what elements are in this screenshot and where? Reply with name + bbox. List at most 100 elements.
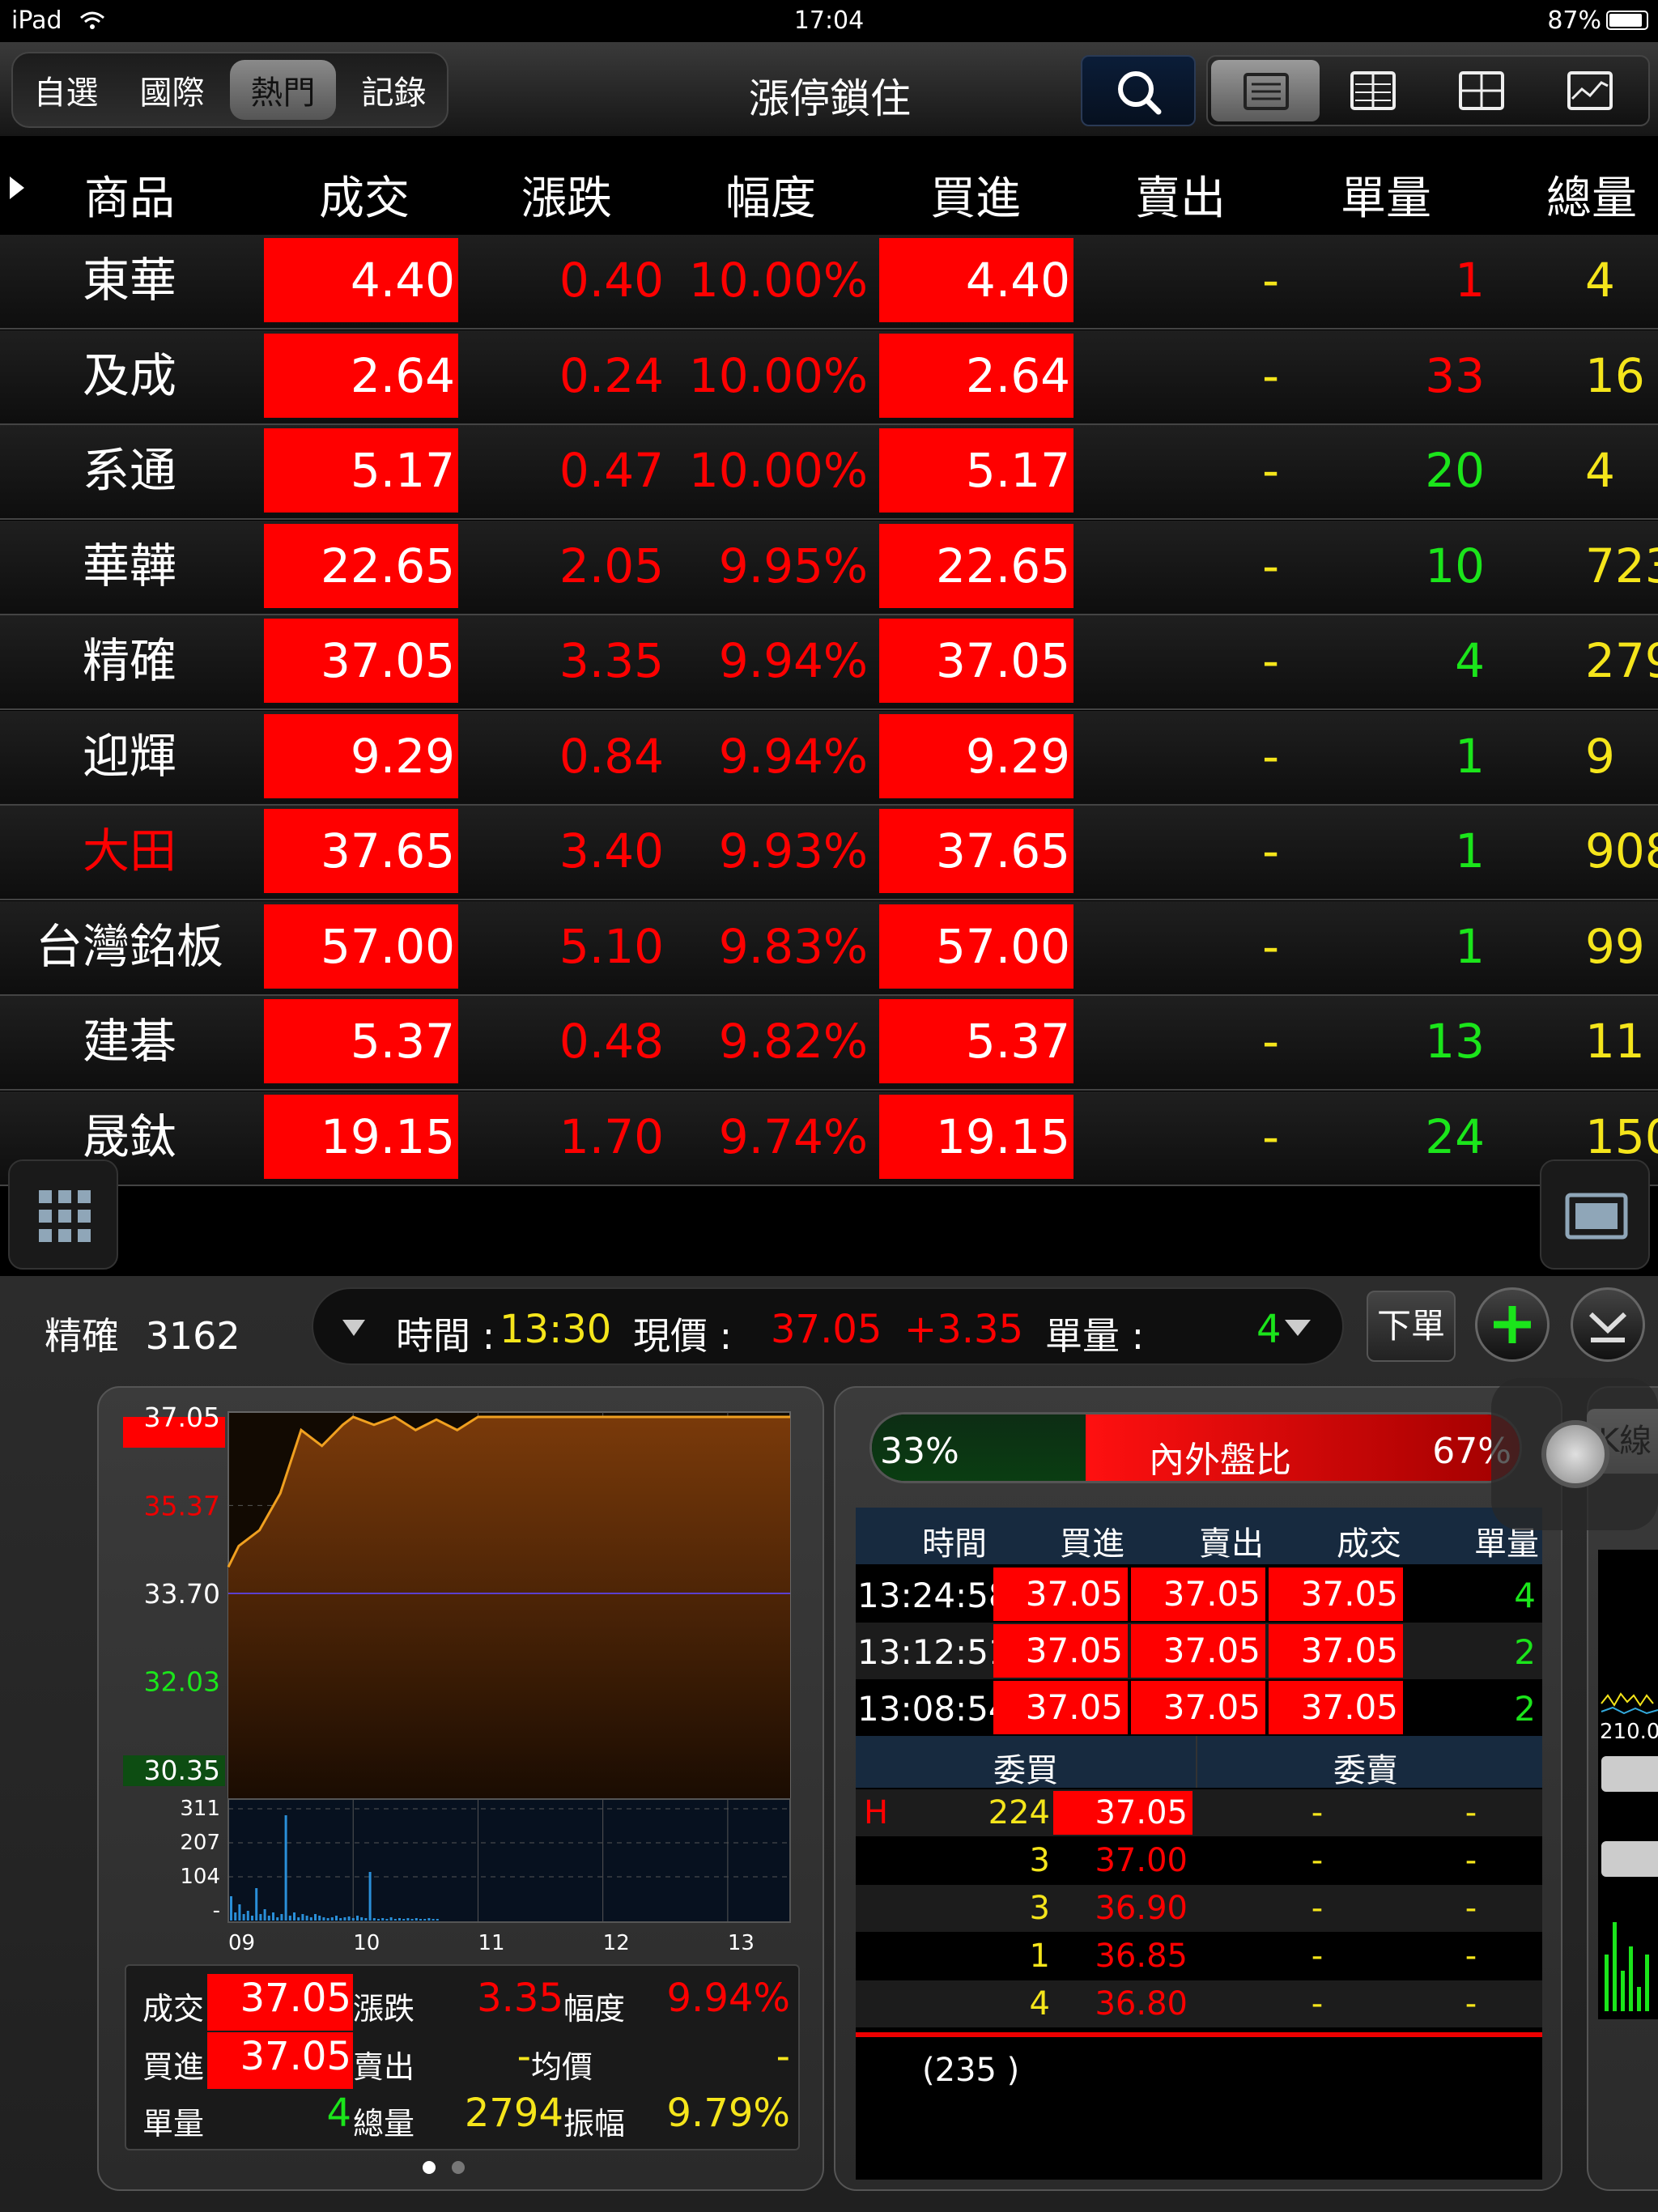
quote-summary-pill[interactable]: 時間 : 13:30 現價 : 37.05 +3.35 單量 : 4 [312, 1287, 1344, 1365]
segment-records[interactable]: 記錄 [341, 53, 447, 126]
table-row[interactable]: 大田37.653.409.93%37.65-1908 [0, 806, 1658, 900]
header-bid[interactable]: 買進 [895, 162, 1056, 228]
row-total: 279 [1585, 633, 1658, 688]
row-price: 9.29 [264, 713, 458, 798]
stat-amplitude: 9.79% [666, 2091, 790, 2136]
header-change[interactable]: 漲跌 [486, 162, 648, 228]
stat-label-vol: 單量 [142, 2106, 205, 2142]
table-row[interactable]: 迎輝 9.29 0.84 9.94% 9.29-1 9 [0, 710, 1658, 806]
segment-hot[interactable]: 熱門 [230, 60, 336, 120]
collapse-button[interactable] [1571, 1287, 1645, 1362]
volume-bar [372, 1918, 376, 1921]
row-percent: 9.82% [718, 1014, 868, 1069]
row-price: 4.40 [264, 238, 458, 322]
stock-name: 精確 [45, 1314, 119, 1358]
table-row[interactable]: 建碁 5.37 0.48 9.82% 5.37-13 11 [0, 996, 1658, 1091]
row-ask: - [1262, 823, 1279, 878]
vol-dropdown-icon[interactable] [1285, 1320, 1311, 1336]
volume-bar [402, 1919, 406, 1921]
header-ask[interactable]: 賣出 [1099, 162, 1261, 228]
volume-tick-label: 104 [180, 1865, 220, 1889]
inner-ratio: 33% [880, 1431, 959, 1472]
display-mode-button[interactable] [1540, 1159, 1650, 1270]
quote-bid-qty: 3 [1029, 1842, 1050, 1879]
stat-avg: - [776, 2034, 790, 2079]
header-percent[interactable]: 幅度 [690, 162, 852, 228]
stat-label-change: 漲跌 [353, 1991, 415, 2027]
trade-row: 13:08:54 37.05 37.05 37.05 2 [856, 1679, 1542, 1736]
header-product[interactable]: 商品 [49, 162, 210, 228]
row-volume: 1 [1455, 728, 1485, 784]
quote-ask-price: - [1311, 1794, 1324, 1831]
row-change: 3.40 [559, 823, 664, 878]
table-row[interactable]: 東華 4.40 0.40 10.00% 4.40-1 4 [0, 235, 1658, 330]
volume-bar [255, 1888, 258, 1921]
volume-bar [288, 1916, 291, 1921]
intraday-chart[interactable]: 37.05 35.37 33.70 32.03 30.35 311 207 104 - 09 1… [99, 1388, 826, 1963]
dropdown-arrow-icon[interactable] [342, 1320, 365, 1336]
trade-time: 13:08:54 [857, 1689, 1010, 1729]
volume-bar [414, 1918, 418, 1921]
price-area [228, 1417, 790, 1799]
search-button[interactable] [1081, 55, 1196, 126]
trade-list[interactable]: 時間 買進 賣出 成交 單量 13:24:58 37.05 37.05 37.05 4 1… [856, 1508, 1542, 2180]
row-bid: 2.64 [879, 333, 1073, 418]
table-row[interactable]: 晟鈦19.151.709.74%19.15-24150 [0, 1091, 1658, 1186]
row-price: 19.15 [264, 1094, 458, 1179]
y-tick-label: 32.03 [144, 1666, 220, 1698]
volume-bar [280, 1914, 283, 1921]
row-volume: 1 [1455, 918, 1485, 974]
th-ask: 賣出 [1199, 1525, 1264, 1563]
row-name: 建碁 [82, 1014, 176, 1069]
row-bid: 9.29 [879, 713, 1073, 798]
menu-grid-button[interactable] [8, 1159, 118, 1270]
trade-price: 37.05 [1269, 1681, 1403, 1734]
stat-label-price: 成交 [142, 1991, 205, 2027]
quote-row: 3 37.00 - - [856, 1837, 1542, 1884]
quote-bid-qty: 1 [1029, 1938, 1050, 1975]
add-button[interactable] [1475, 1287, 1550, 1362]
table-row[interactable]: 台灣銘板 57.00 5.10 9.83% 57.00-1 99 [0, 900, 1658, 996]
assistive-touch-button[interactable] [1491, 1378, 1658, 1530]
expand-arrow-icon[interactable] [10, 177, 24, 199]
table-row[interactable]: 及成 2.64 0.24 10.00% 2.64-33 16 [0, 330, 1658, 425]
quote-flag: H [864, 1794, 889, 1831]
header-price[interactable]: 成交 [283, 162, 445, 228]
quote-book-header: 委買 委賣 [856, 1736, 1542, 1789]
stat-bid: 37.05 [240, 2034, 351, 2079]
trade-vol: 2 [1514, 1632, 1536, 1672]
volume-bar [398, 1918, 401, 1921]
row-percent: 9.94% [718, 633, 868, 688]
kline-value-label: 210.0 [1600, 1720, 1658, 1744]
quad-view-button[interactable] [1431, 57, 1540, 125]
trade-vol: 4 [1514, 1576, 1536, 1615]
trade-price: 37.05 [1269, 1624, 1403, 1678]
row-change: 0.84 [559, 728, 664, 784]
header-volume[interactable]: 單量 [1305, 162, 1467, 228]
segment-favorites[interactable]: 自選 [13, 53, 119, 126]
row-change: 0.40 [559, 253, 664, 308]
stat-label-total: 總量 [353, 2106, 415, 2142]
page-indicator[interactable] [423, 2161, 481, 2177]
list-view-button[interactable] [1211, 60, 1320, 121]
quote-ask-price: - [1311, 1890, 1324, 1927]
th-bid: 買進 [1060, 1525, 1124, 1563]
row-total: 908 [1585, 823, 1658, 878]
stat-change: 3.35 [477, 1976, 563, 2021]
volume-bar [343, 1917, 346, 1921]
header-total[interactable]: 總量 [1511, 162, 1658, 228]
order-button[interactable]: 下單 [1367, 1291, 1456, 1362]
trade-ask: 37.05 [1131, 1568, 1265, 1621]
table-row[interactable]: 系通 5.17 0.47 10.00% 5.17-20 4 [0, 425, 1658, 520]
quote-row: 1 36.85 - - [856, 1933, 1542, 1980]
table-row[interactable]: 華韡22.652.059.95%22.65-10723 [0, 520, 1658, 615]
table-row[interactable]: 精確37.053.359.94%37.05-4279 [0, 615, 1658, 710]
status-time: 17:04 [793, 6, 865, 35]
quote-bid-price: 36.90 [1095, 1890, 1188, 1927]
trade-bid: 37.05 [993, 1568, 1128, 1621]
chart-view-button[interactable] [1540, 57, 1648, 125]
two-column-view-button[interactable] [1323, 57, 1431, 125]
segment-international[interactable]: 國際 [119, 53, 225, 126]
y-tick-label: 37.05 [144, 1402, 220, 1433]
volume-bar [351, 1918, 355, 1921]
